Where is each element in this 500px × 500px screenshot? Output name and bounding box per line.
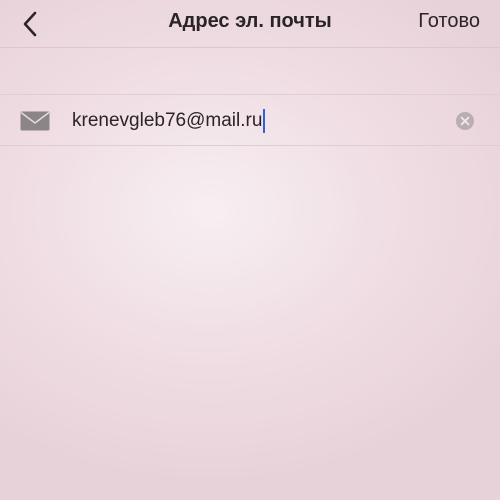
clear-circle-icon[interactable] bbox=[456, 112, 474, 130]
back-button[interactable] bbox=[14, 8, 46, 40]
email-value: krenevgleb76@mail.ru bbox=[72, 110, 263, 131]
text-cursor bbox=[263, 109, 266, 133]
navigation-bar: Адрес эл. почты Готово bbox=[0, 0, 500, 48]
chevron-left-icon bbox=[23, 11, 37, 37]
mail-icon bbox=[20, 111, 50, 131]
done-button[interactable]: Готово bbox=[418, 10, 480, 33]
email-row: krenevgleb76@mail.ru bbox=[0, 94, 500, 146]
email-input[interactable]: krenevgleb76@mail.ru bbox=[72, 107, 266, 135]
